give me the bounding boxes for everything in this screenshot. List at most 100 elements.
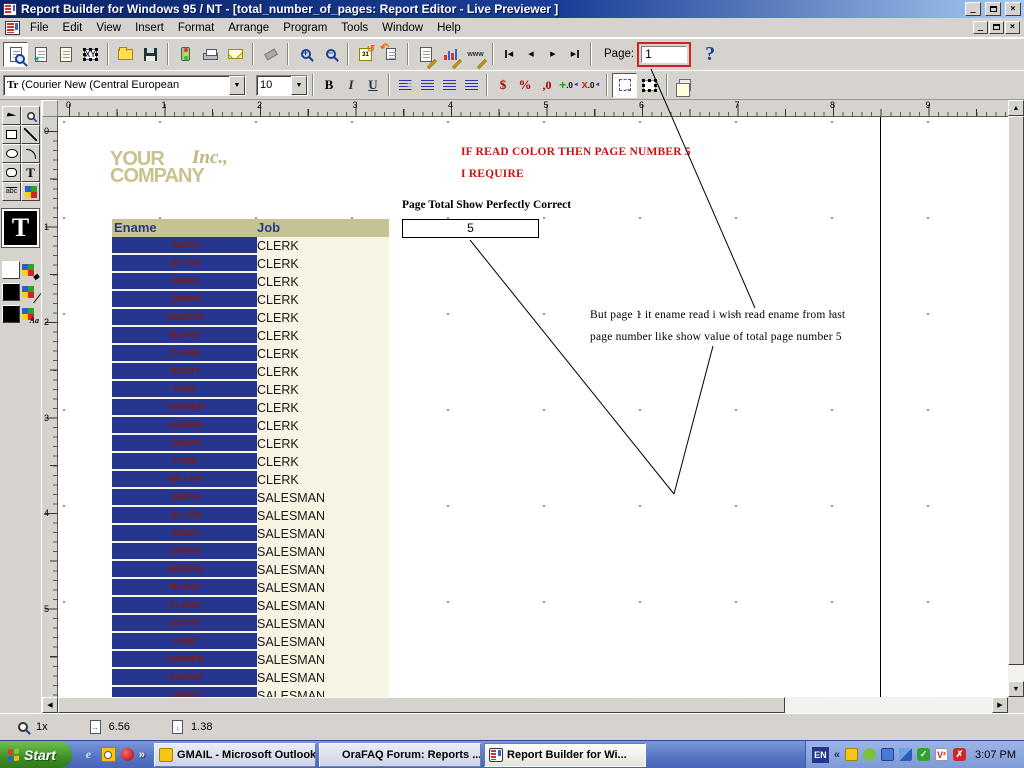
taskbar-task-button[interactable]: GMAIL - Microsoft Outlook: [154, 743, 316, 767]
menu-item[interactable]: Tools: [334, 19, 375, 37]
chart-wizard-button[interactable]: [438, 42, 463, 67]
flex-mode-button[interactable]: [612, 73, 637, 98]
previous-page-button[interactable]: ◀: [520, 43, 542, 65]
web-wizard-button[interactable]: www: [463, 42, 488, 67]
scroll-down-button[interactable]: ▼: [1008, 681, 1024, 697]
edit-text-button[interactable]: [413, 42, 438, 67]
menu-item[interactable]: Edit: [56, 19, 90, 37]
tray-chevron[interactable]: «: [834, 749, 840, 761]
mdi-restore-button[interactable]: [989, 21, 1004, 34]
updates-tray-icon[interactable]: [881, 748, 894, 761]
page-number-input[interactable]: [641, 46, 687, 63]
vertical-scroll-thumb[interactable]: [1008, 116, 1024, 665]
quick-launch-chevron[interactable]: »: [139, 749, 145, 761]
clock-quicklaunch-icon[interactable]: [101, 747, 116, 762]
menu-item[interactable]: View: [89, 19, 128, 37]
menu-item[interactable]: Arrange: [221, 19, 276, 37]
italic-button[interactable]: I: [340, 74, 362, 96]
security-alert-tray-icon[interactable]: ✗: [953, 748, 966, 761]
refresh-data-button[interactable]: 31: [353, 42, 378, 67]
font-name-combo[interactable]: Tr(Courier New (Central European ▼: [3, 75, 246, 96]
line-tool[interactable]: [21, 125, 40, 144]
page-total-field[interactable]: 5: [402, 219, 539, 238]
data-model-button[interactable]: [53, 42, 78, 67]
mail-button[interactable]: [223, 42, 248, 67]
live-previewer-button[interactable]: [3, 42, 28, 67]
scroll-up-button[interactable]: ▲: [1008, 100, 1024, 116]
menu-item[interactable]: Insert: [128, 19, 171, 37]
text-tool[interactable]: T: [21, 163, 40, 182]
vertical-scrollbar[interactable]: ▲ ▼: [1008, 100, 1024, 697]
first-page-button[interactable]: ◀: [498, 43, 520, 65]
last-page-button[interactable]: ▶: [564, 43, 586, 65]
currency-format-button[interactable]: $: [492, 74, 514, 96]
next-page-button[interactable]: ▶: [542, 43, 564, 65]
ename-cell: SMITH: [112, 237, 257, 253]
scroll-left-button[interactable]: ◀: [42, 697, 58, 713]
minimize-button[interactable]: _: [965, 2, 981, 16]
underline-button[interactable]: U: [362, 74, 384, 96]
network-tray-icon[interactable]: [899, 748, 912, 761]
cancel-run-button[interactable]: ↶: [378, 42, 403, 67]
menu-item[interactable]: Format: [171, 19, 221, 37]
mdi-minimize-button[interactable]: _: [973, 21, 988, 34]
align-left-button[interactable]: [394, 74, 416, 96]
fill-color-well[interactable]: ◆: [2, 261, 39, 279]
menu-item[interactable]: Help: [430, 19, 468, 37]
text-color-well[interactable]: Aa: [2, 305, 39, 323]
layout-model-button[interactable]: XY: [78, 42, 103, 67]
font-size-combo[interactable]: 10 ▼: [256, 75, 308, 96]
table-row: ADAMS CLERK: [112, 417, 389, 435]
rectangle-tool[interactable]: [2, 125, 21, 144]
messenger-tray-icon[interactable]: [863, 748, 876, 761]
horizontal-scroll-thumb[interactable]: [58, 697, 785, 713]
start-button[interactable]: Start: [0, 742, 72, 768]
zoom-in-button[interactable]: +: [293, 42, 318, 67]
format-painter-button[interactable]: [258, 42, 283, 67]
taskbar-task-button[interactable]: Report Builder for Wi...: [484, 743, 646, 767]
run-report-button[interactable]: [173, 42, 198, 67]
media-quicklaunch-icon[interactable]: [121, 748, 134, 761]
zoom-out-button[interactable]: −: [318, 42, 343, 67]
rounded-rect-tool[interactable]: [2, 163, 21, 182]
arc-tool[interactable]: [21, 144, 40, 163]
align-right-button[interactable]: [438, 74, 460, 96]
help-icon[interactable]: ?: [705, 43, 715, 66]
font-name-dropdown-arrow[interactable]: ▼: [229, 76, 245, 95]
select-tool[interactable]: [2, 106, 21, 125]
ellipse-tool[interactable]: [2, 144, 21, 163]
default-layout-button[interactable]: [672, 73, 697, 98]
language-indicator[interactable]: EN: [812, 747, 829, 763]
menu-item[interactable]: File: [23, 19, 56, 37]
image-tool[interactable]: [21, 182, 40, 201]
antivirus-tray-icon[interactable]: V²: [935, 748, 948, 761]
clock-tray-icon[interactable]: [845, 748, 858, 761]
field-tool[interactable]: abc: [2, 182, 21, 201]
taskbar-task-button[interactable]: OraFAQ Forum: Reports ...: [319, 743, 481, 767]
menu-item[interactable]: Program: [276, 19, 334, 37]
scroll-right-button[interactable]: ▶: [992, 697, 1008, 713]
font-size-dropdown-arrow[interactable]: ▼: [291, 76, 307, 95]
save-button[interactable]: [138, 42, 163, 67]
align-justify-button[interactable]: [460, 74, 482, 96]
percent-format-button[interactable]: %: [514, 74, 536, 96]
confine-mode-button[interactable]: [637, 73, 662, 98]
security-ok-tray-icon[interactable]: ✓: [917, 748, 930, 761]
report-canvas[interactable]: YOUR COMPANY Inc., IF READ COLOR THEN PA…: [58, 117, 1008, 697]
close-button[interactable]: ×: [1005, 2, 1021, 16]
print-button[interactable]: [198, 42, 223, 67]
report-editor-button[interactable]: ◄: [28, 42, 53, 67]
open-button[interactable]: [113, 42, 138, 67]
remove-decimal-button[interactable]: x.0◄: [580, 74, 602, 96]
restore-button[interactable]: [985, 2, 1001, 16]
bold-button[interactable]: B: [318, 74, 340, 96]
mdi-close-button[interactable]: ×: [1005, 21, 1020, 34]
ie-quicklaunch-icon[interactable]: e: [81, 747, 96, 762]
magnify-tool[interactable]: [21, 106, 40, 125]
align-center-button[interactable]: [416, 74, 438, 96]
horizontal-scrollbar[interactable]: ◀ ▶: [42, 697, 1008, 713]
line-color-well[interactable]: ╱: [2, 283, 39, 301]
comma-format-button[interactable]: ,0: [536, 74, 558, 96]
menu-item[interactable]: Window: [375, 19, 430, 37]
add-decimal-button[interactable]: +.0◄: [558, 74, 580, 96]
